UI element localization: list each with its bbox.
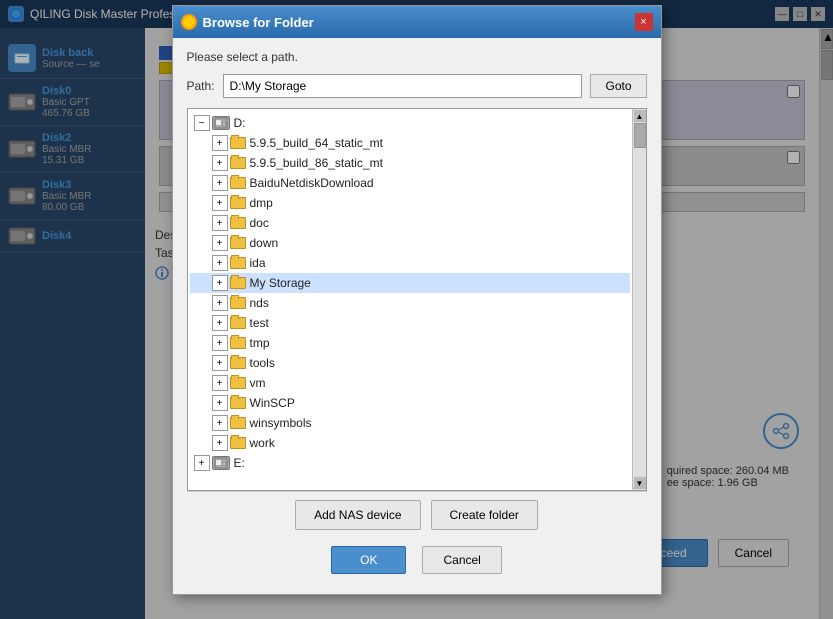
- tree-label-mystorage: My Storage: [250, 276, 311, 290]
- ok-button[interactable]: OK: [331, 546, 406, 574]
- folder-icon-doc: [230, 217, 246, 229]
- tree-label-e: E:: [234, 456, 245, 470]
- folder-icon-winscp: [230, 397, 246, 409]
- tree-node-winscp[interactable]: + WinSCP: [190, 393, 630, 413]
- folder-tree: − D: + 5.9.5_build_64_static_mt +: [187, 108, 647, 491]
- tree-expander-doc[interactable]: +: [212, 215, 228, 231]
- tree-node-test[interactable]: + test: [190, 313, 630, 333]
- tree-expander-work[interactable]: +: [212, 435, 228, 451]
- tree-node-ida[interactable]: + ida: [190, 253, 630, 273]
- path-input[interactable]: [223, 74, 583, 98]
- dialog-titlebar: Browse for Folder ×: [173, 6, 661, 38]
- tree-node-mystorage[interactable]: + My Storage: [190, 273, 630, 293]
- tree-content: − D: + 5.9.5_build_64_static_mt +: [188, 109, 646, 477]
- tree-expander-tmp[interactable]: +: [212, 335, 228, 351]
- folder-icon-baidu: [230, 177, 246, 189]
- tree-node-tools[interactable]: + tools: [190, 353, 630, 373]
- tree-label-winsymbols: winsymbols: [250, 416, 312, 430]
- dialog-body: Please select a path. Path: Goto − D:: [173, 38, 661, 594]
- folder-icon-vm: [230, 377, 246, 389]
- tree-expander-ida[interactable]: +: [212, 255, 228, 271]
- tree-scroll-down[interactable]: ▼: [634, 477, 646, 489]
- folder-icon-mystorage: [230, 277, 246, 289]
- tree-label-build64: 5.9.5_build_64_static_mt: [250, 136, 383, 150]
- path-row: Path: Goto: [187, 74, 647, 98]
- tree-expander-test[interactable]: +: [212, 315, 228, 331]
- dialog-action-buttons: OK Cancel: [187, 538, 647, 586]
- tree-node-doc[interactable]: + doc: [190, 213, 630, 233]
- path-label: Path:: [187, 79, 215, 93]
- browse-folder-dialog: Browse for Folder × Please select a path…: [172, 5, 662, 595]
- dialog-instruction: Please select a path.: [187, 50, 647, 64]
- tree-node-work[interactable]: + work: [190, 433, 630, 453]
- tree-scroll-thumb[interactable]: [634, 123, 646, 148]
- tree-expander-winsymbols[interactable]: +: [212, 415, 228, 431]
- tree-label-vm: vm: [250, 376, 266, 390]
- dialog-title-icon: [181, 14, 197, 30]
- tree-label-ida: ida: [250, 256, 266, 270]
- tree-expander-e[interactable]: +: [194, 455, 210, 471]
- folder-icon-nds: [230, 297, 246, 309]
- tree-node-baidu[interactable]: + BaiduNetdiskDownload: [190, 173, 630, 193]
- tree-label-baidu: BaiduNetdiskDownload: [250, 176, 374, 190]
- tree-label-test: test: [250, 316, 269, 330]
- folder-icon-work: [230, 437, 246, 449]
- tree-node-winsymbols[interactable]: + winsymbols: [190, 413, 630, 433]
- tree-scroll-up[interactable]: ▲: [634, 110, 646, 122]
- folder-icon-tmp: [230, 337, 246, 349]
- tree-node-build64[interactable]: + 5.9.5_build_64_static_mt: [190, 133, 630, 153]
- tree-node-e[interactable]: + E:: [190, 453, 630, 473]
- tree-node-dmp[interactable]: + dmp: [190, 193, 630, 213]
- tree-expander-tools[interactable]: +: [212, 355, 228, 371]
- add-nas-button[interactable]: Add NAS device: [295, 500, 420, 530]
- tree-label-tools: tools: [250, 356, 275, 370]
- tree-node-build86[interactable]: + 5.9.5_build_86_static_mt: [190, 153, 630, 173]
- dialog-title: Browse for Folder: [203, 15, 314, 30]
- dialog-overlay: Browse for Folder × Please select a path…: [0, 0, 833, 619]
- folder-icon-tools: [230, 357, 246, 369]
- goto-button[interactable]: Goto: [590, 74, 646, 98]
- tree-scrollbar[interactable]: ▲ ▼: [632, 109, 646, 490]
- drive-icon-e: [212, 456, 230, 470]
- tree-expander-build86[interactable]: +: [212, 155, 228, 171]
- tree-label-winscp: WinSCP: [250, 396, 295, 410]
- dialog-bottom-buttons: Add NAS device Create folder: [187, 491, 647, 538]
- tree-expander-nds[interactable]: +: [212, 295, 228, 311]
- tree-expander-down[interactable]: +: [212, 235, 228, 251]
- tree-expander-mystorage[interactable]: +: [212, 275, 228, 291]
- create-folder-button[interactable]: Create folder: [431, 500, 538, 530]
- tree-node-tmp[interactable]: + tmp: [190, 333, 630, 353]
- folder-icon-winsymbols: [230, 417, 246, 429]
- dialog-close-button[interactable]: ×: [635, 13, 653, 31]
- tree-label-down: down: [250, 236, 279, 250]
- tree-expander-vm[interactable]: +: [212, 375, 228, 391]
- folder-icon-ida: [230, 257, 246, 269]
- folder-icon-build64: [230, 137, 246, 149]
- tree-label-build86: 5.9.5_build_86_static_mt: [250, 156, 383, 170]
- tree-label-d: D:: [234, 116, 246, 130]
- tree-label-work: work: [250, 436, 275, 450]
- drive-icon-d: [212, 116, 230, 130]
- folder-icon-build86: [230, 157, 246, 169]
- tree-expander-dmp[interactable]: +: [212, 195, 228, 211]
- tree-expander-winscp[interactable]: +: [212, 395, 228, 411]
- tree-label-tmp: tmp: [250, 336, 270, 350]
- tree-label-nds: nds: [250, 296, 269, 310]
- cancel-button[interactable]: Cancel: [422, 546, 501, 574]
- folder-icon-test: [230, 317, 246, 329]
- tree-expander-baidu[interactable]: +: [212, 175, 228, 191]
- tree-node-down[interactable]: + down: [190, 233, 630, 253]
- tree-expander-build64[interactable]: +: [212, 135, 228, 151]
- folder-icon-down: [230, 237, 246, 249]
- tree-label-dmp: dmp: [250, 196, 273, 210]
- tree-node-vm[interactable]: + vm: [190, 373, 630, 393]
- tree-node-nds[interactable]: + nds: [190, 293, 630, 313]
- tree-expander-d[interactable]: −: [194, 115, 210, 131]
- tree-node-d[interactable]: − D:: [190, 113, 630, 133]
- folder-icon-dmp: [230, 197, 246, 209]
- tree-label-doc: doc: [250, 216, 269, 230]
